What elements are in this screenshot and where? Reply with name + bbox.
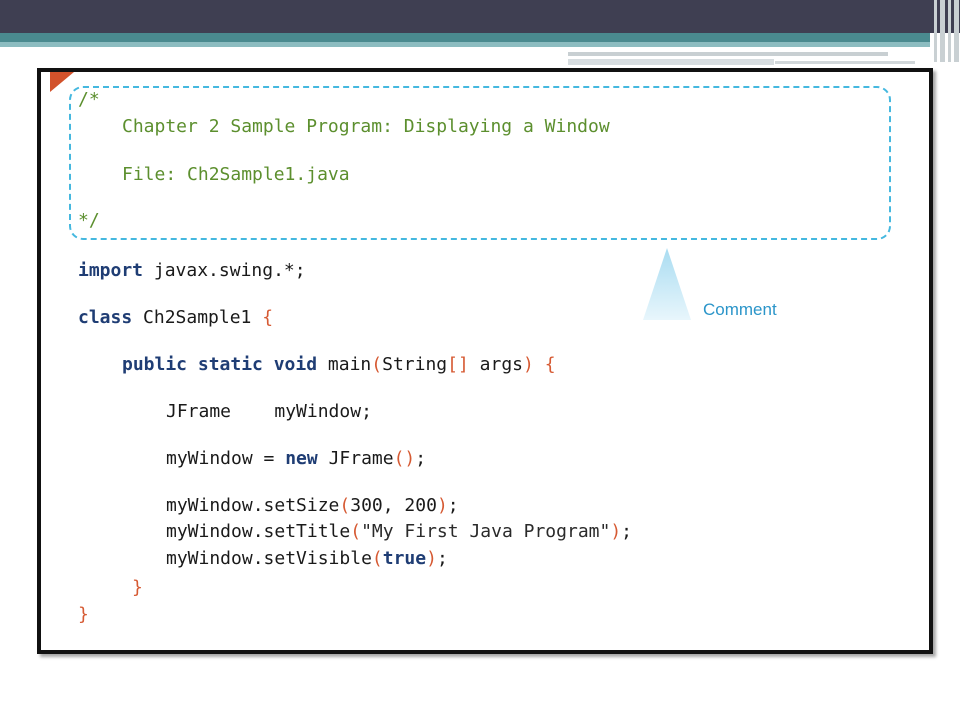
assignment-line: myWindow = new JFrame(); xyxy=(166,448,426,470)
setsize-args: 300, 200 xyxy=(350,495,437,516)
slide-divider-line xyxy=(568,52,888,56)
setvisible-semicolon: ; xyxy=(436,548,448,569)
main-paren-open: ( xyxy=(371,354,383,375)
settitle-string: "My First Java Program" xyxy=(361,521,611,542)
slide-divider-line xyxy=(775,61,915,64)
declaration-line: JFrame myWindow; xyxy=(166,401,372,422)
assign-parens: () xyxy=(393,448,416,469)
setsize-semicolon: ; xyxy=(447,495,459,516)
setvisible-line: myWindow.setVisible(true); xyxy=(166,548,448,570)
main-method-line: public static void main(String[] args) { xyxy=(122,354,556,376)
method-name-main: main xyxy=(317,354,372,375)
settitle-call: myWindow.setTitle xyxy=(166,521,351,542)
setsize-call: myWindow.setSize xyxy=(166,495,340,516)
param-type: String xyxy=(382,354,448,375)
keyword-public-static-void: public static void xyxy=(122,354,318,375)
assign-target: myWindow = xyxy=(166,448,286,469)
slide-right-rails xyxy=(930,0,960,62)
main-close-brace: } xyxy=(132,577,143,598)
settitle-paren-close: ) xyxy=(610,521,622,542)
keyword-new: new xyxy=(285,448,318,469)
assign-constructor: JFrame xyxy=(317,448,394,469)
setvisible-paren-open: ( xyxy=(371,548,383,569)
settitle-semicolon: ; xyxy=(621,521,633,542)
setvisible-paren-close: ) xyxy=(426,548,437,569)
comment-open: /* xyxy=(78,89,100,110)
import-package: javax.swing.*; xyxy=(143,260,306,281)
keyword-class: class xyxy=(78,307,133,328)
class-name: Ch2Sample1 xyxy=(132,307,263,328)
class-declaration-line: class Ch2Sample1 { xyxy=(78,307,273,329)
slide-accent-band xyxy=(0,33,930,42)
slide-accent-band-light xyxy=(0,42,930,47)
comment-close: */ xyxy=(78,210,100,231)
figure-corner-tab xyxy=(50,72,74,92)
import-line: import javax.swing.*; xyxy=(78,260,306,282)
class-close-brace: } xyxy=(78,604,89,625)
setsize-paren-open: ( xyxy=(339,495,351,516)
keyword-true: true xyxy=(382,548,427,569)
param-name: args xyxy=(468,354,524,375)
setvisible-call: myWindow.setVisible xyxy=(166,548,372,569)
class-open-brace: { xyxy=(262,307,274,328)
param-brackets: [] xyxy=(447,354,469,375)
main-open-brace: { xyxy=(533,354,556,375)
slide-divider-line xyxy=(568,59,774,65)
callout-label: Comment xyxy=(703,300,777,319)
main-paren-close: ) xyxy=(523,354,534,375)
comment-box xyxy=(69,86,891,240)
slide-top-bar xyxy=(0,0,960,33)
comment-line-file: File: Ch2Sample1.java xyxy=(122,164,350,185)
settitle-line: myWindow.setTitle("My First Java Program… xyxy=(166,521,632,543)
assign-semicolon: ; xyxy=(415,448,427,469)
comment-line-title: Chapter 2 Sample Program: Displaying a W… xyxy=(122,116,610,137)
settitle-paren-open: ( xyxy=(350,521,362,542)
keyword-import: import xyxy=(78,260,144,281)
setsize-paren-close: ) xyxy=(436,495,448,516)
setsize-line: myWindow.setSize(300, 200); xyxy=(166,495,459,517)
